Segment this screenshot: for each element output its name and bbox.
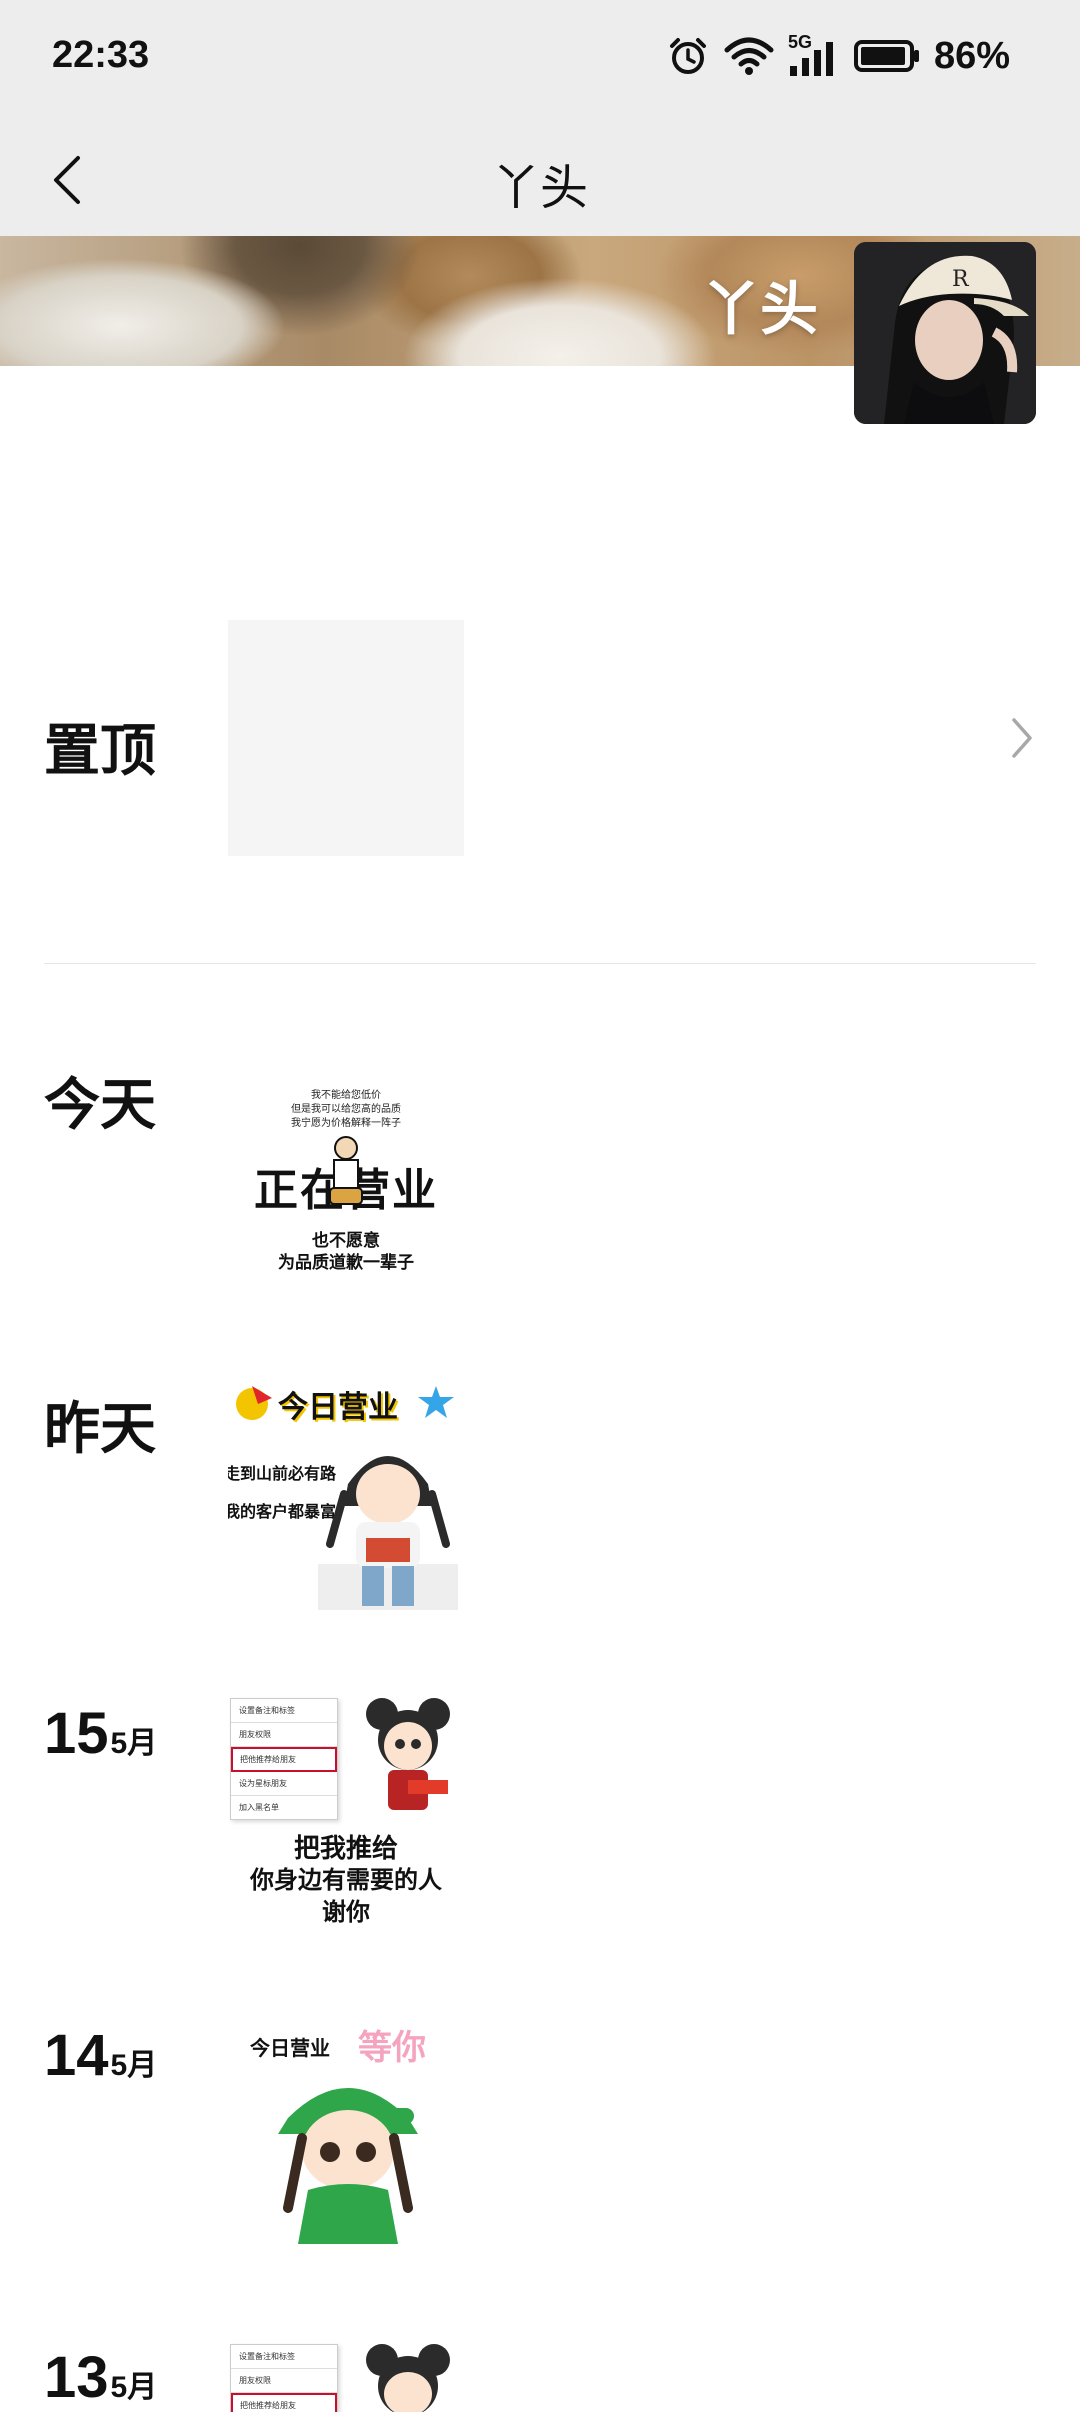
post-text: 今日营业 <box>278 1391 398 1424</box>
divider <box>44 963 1036 964</box>
menu-item: 加入黑名单 <box>239 1803 279 1812</box>
post-text: 我不能给您低价 <box>311 1090 381 1101</box>
post-text: 但是我可以给您高的品质 <box>291 1104 401 1115</box>
fire-badge-icon <box>236 1386 272 1420</box>
menu-card: 设置备注和标签 朋友权限 把他推荐给朋友 设为星标朋友 加入黑名单 <box>230 1698 338 1820</box>
date-month: 5月 <box>110 1727 158 1760</box>
post-text: 我宁愿为价格解释一阵子 <box>291 1118 401 1129</box>
post-text: 今日营业 <box>250 2038 330 2060</box>
post-text: 为品质道歉一辈子 <box>278 1253 414 1272</box>
date-label-14: 145月 <box>44 2022 157 2089</box>
chevron-right-icon[interactable] <box>1004 716 1040 760</box>
menu-item: 朋友权限 <box>231 1723 337 1747</box>
menu-item: 朋友权限 <box>231 2369 337 2393</box>
title-bar: 丫头 <box>0 120 1080 236</box>
date-day: 13 <box>44 2345 109 2410</box>
post-thumbnail[interactable]: 今日营业 等你 <box>228 2018 464 2254</box>
cellular-icon: 5G <box>788 32 840 78</box>
cartoon-man-icon <box>329 1136 363 1205</box>
menu-item: 把他推荐给朋友 <box>231 2393 337 2412</box>
post-text: 等你 <box>358 2029 426 2067</box>
date-month: 5月 <box>110 2371 158 2404</box>
date-label-today: 今天 <box>44 1073 156 1136</box>
date-label-yesterday: 昨天 <box>44 1397 156 1460</box>
menu-card: 设置备注和标签 朋友权限 把他推荐给朋友 <box>230 2344 338 2412</box>
status-time: 22:33 <box>52 34 150 76</box>
battery-percent: 86% <box>933 34 1010 77</box>
svg-text:R: R <box>952 267 970 292</box>
menu-item: 把他推荐给朋友 <box>231 1747 337 1772</box>
date-day: 15 <box>44 1701 109 1766</box>
date-day: 14 <box>44 2023 109 2088</box>
post-thumbnail[interactable]: 我不能给您低价 但是我可以给您高的品质 我宁愿为价格解释一阵子 正在营业 也不愿… <box>228 1056 464 1292</box>
cover-name: 丫头 <box>701 277 818 342</box>
cartoon-girl-icon <box>318 1456 458 1610</box>
alarm-icon <box>669 38 706 74</box>
post-thumbnail[interactable]: 今日营业 走到山前必有路 我的客户都暴富 <box>228 1374 464 1610</box>
post-text: 你身边有需要的人 <box>250 1867 442 1894</box>
avatar[interactable]: R <box>854 242 1036 424</box>
post-thumbnail[interactable]: 设置备注和标签 朋友权限 把他推荐给朋友 <box>228 2340 464 2412</box>
status-bar: 22:33 5G 86% <box>0 0 1080 120</box>
date-label-15: 155月 <box>44 1700 157 1767</box>
pinned-label: 置顶 <box>44 719 156 782</box>
menu-item: 设为星标朋友 <box>231 1772 337 1796</box>
wifi-icon <box>724 37 774 75</box>
cartoon-girl-icon <box>366 1698 450 1810</box>
post-text: 谢你 <box>322 1899 370 1926</box>
cartoon-girl-icon <box>278 2088 418 2244</box>
cartoon-girl-icon <box>366 2344 450 2412</box>
date-label-13: 135月 <box>44 2344 157 2411</box>
battery-icon <box>853 40 919 72</box>
date-month: 5月 <box>110 2049 158 2082</box>
star-icon <box>418 1386 454 1418</box>
menu-item: 设置备注和标签 <box>231 2345 337 2369</box>
pinned-thumbnail[interactable] <box>228 620 464 856</box>
page-title: 丫头 <box>491 162 588 215</box>
post-thumbnail[interactable]: 设置备注和标签 朋友权限 把他推荐给朋友 设为星标朋友 加入黑名单 把我推给 你… <box>228 1694 464 1930</box>
menu-item: 设置备注和标签 <box>231 1699 337 1723</box>
status-icons: 5G 86% <box>666 32 1010 78</box>
